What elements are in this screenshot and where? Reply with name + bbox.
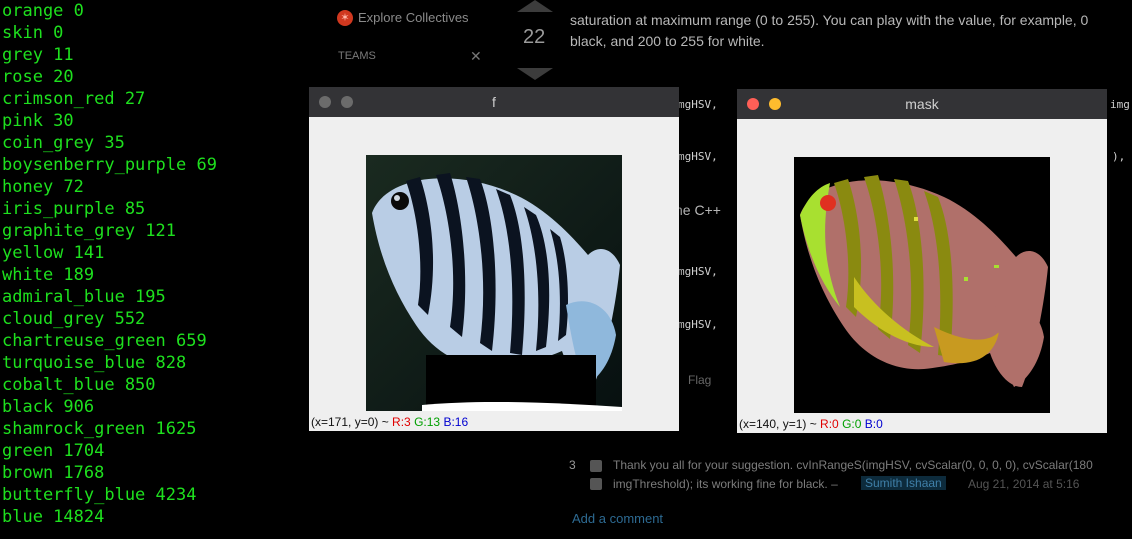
code-snippet: mgHSV, <box>678 318 718 331</box>
close-button[interactable] <box>747 98 759 110</box>
terminal-line: green 1704 <box>2 441 105 461</box>
explore-collectives-link[interactable]: Explore Collectives <box>358 10 469 25</box>
terminal-line: cobalt_blue 850 <box>2 375 156 395</box>
code-snippet: img <box>1110 98 1130 111</box>
add-comment-link[interactable]: Add a comment <box>572 511 663 526</box>
code-snippet: mgHSV, <box>678 150 718 163</box>
terminal-line: yellow 141 <box>2 243 105 263</box>
terminal-line: orange 0 <box>2 1 84 21</box>
comment-date: Aug 21, 2014 at 5:16 <box>968 477 1080 491</box>
terminal-line: skin 0 <box>2 23 64 43</box>
terminal-line: cloud_grey 552 <box>2 309 146 329</box>
answer-text-line-1: saturation at maximum range (0 to 255). … <box>570 12 1089 28</box>
mask-image <box>794 157 1050 413</box>
cursor-coords: (x=140, y=1) ~ <box>739 417 821 431</box>
terminal-output: orange 0 skin 0 grey 11 rose 20 crimson_red … <box>0 0 300 539</box>
teams-label: TEAMS <box>338 50 376 62</box>
fish-image <box>366 155 622 411</box>
minimize-button[interactable] <box>769 98 781 110</box>
mask-illustration <box>794 157 1050 413</box>
image-window-f[interactable]: f (x=171, y=0) ~ R:3 G:13 B:16 <box>309 87 679 431</box>
close-icon[interactable]: ✕ <box>470 48 482 65</box>
window-titlebar[interactable]: f <box>309 87 679 117</box>
upvote-comment-icon[interactable] <box>590 460 602 472</box>
comment-text-line-1: Thank you all for your suggestion. cvInR… <box>613 458 1093 472</box>
fish-illustration <box>366 155 622 411</box>
terminal-line: crimson_red 27 <box>2 89 146 109</box>
code-snippet: mgHSV, <box>678 98 718 111</box>
upvote-arrow-icon[interactable] <box>517 0 553 12</box>
answer-text-fragment: he C++ <box>675 202 721 218</box>
terminal-line: admiral_blue 195 <box>2 287 166 307</box>
terminal-line: shamrock_green 1625 <box>2 419 197 439</box>
red-value: R:0 <box>820 417 839 431</box>
answer-text-line-2: black, and 200 to 255 for white. <box>570 33 765 49</box>
flag-link[interactable]: Flag <box>688 373 711 387</box>
terminal-line: coin_grey 35 <box>2 133 125 153</box>
flag-comment-icon[interactable] <box>590 478 602 490</box>
blue-value: B:16 <box>443 415 469 429</box>
comment-user-link[interactable]: Sumith Ishaan <box>861 476 946 490</box>
terminal-line: black 906 <box>2 397 95 417</box>
terminal-line: graphite_grey 121 <box>2 221 176 241</box>
comment-vote-count: 3 <box>569 458 576 472</box>
status-bar: (x=171, y=0) ~ R:3 G:13 B:16 <box>311 415 468 429</box>
cursor-coords: (x=171, y=0) ~ <box>311 415 393 429</box>
terminal-line: rose 20 <box>2 67 74 87</box>
status-bar: (x=140, y=1) ~ R:0 G:0 B:0 <box>739 417 883 431</box>
window-titlebar[interactable]: mask <box>737 89 1107 119</box>
close-button[interactable] <box>319 96 331 108</box>
comment-text-line-2: imgThreshold); its working fine for blac… <box>613 477 838 491</box>
minimize-button[interactable] <box>341 96 353 108</box>
code-snippet: mgHSV, <box>678 265 718 278</box>
terminal-line: boysenberry_purple 69 <box>2 155 217 175</box>
downvote-arrow-icon[interactable] <box>517 68 553 80</box>
image-window-mask[interactable]: mask (x=140, y=1) ~ R:0 G:0 B:0 <box>737 89 1107 433</box>
terminal-line: iris_purple 85 <box>2 199 146 219</box>
terminal-line: blue 14824 <box>2 507 105 527</box>
terminal-line: brown 1768 <box>2 463 105 483</box>
terminal-line: turquoise_blue 828 <box>2 353 187 373</box>
terminal-line: grey 11 <box>2 45 74 65</box>
window-title: mask <box>905 96 939 112</box>
collectives-icon: ✶ <box>337 10 353 26</box>
terminal-line: butterfly_blue 4234 <box>2 485 197 505</box>
red-value: R:3 <box>392 415 411 429</box>
terminal-line: chartreuse_green 659 <box>2 331 207 351</box>
green-value: G:0 <box>842 417 862 431</box>
window-title: f <box>492 94 496 110</box>
terminal-line: pink 30 <box>2 111 74 131</box>
vote-count: 22 <box>523 26 546 48</box>
code-snippet: ), <box>1112 150 1126 163</box>
terminal-line: honey 72 <box>2 177 84 197</box>
green-value: G:13 <box>414 415 441 429</box>
terminal-line: white 189 <box>2 265 95 285</box>
blue-value: B:0 <box>864 417 883 431</box>
